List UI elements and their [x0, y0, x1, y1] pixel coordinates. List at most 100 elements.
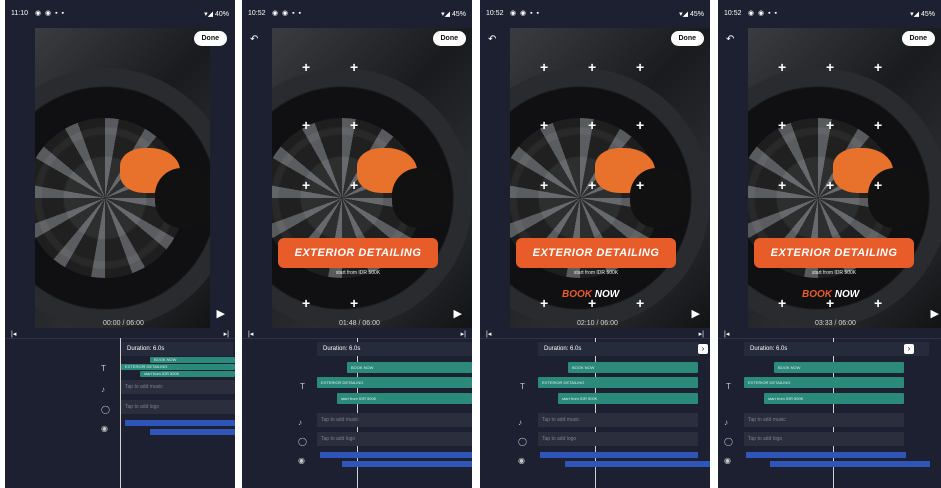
text-clip-exterior[interactable]: EXTERIOR DETAILING — [538, 377, 698, 388]
text-clip-subline[interactable]: start from IDR 500K — [558, 393, 698, 404]
timecode: 00:00 / 06:00 — [103, 320, 144, 327]
back-arrow-icon[interactable]: ↶ — [726, 34, 734, 45]
grid-marker: + — [826, 117, 835, 133]
video-clip-2[interactable] — [770, 461, 930, 467]
grid-marker: + — [778, 177, 787, 193]
timecode: 01:48 / 06:00 — [339, 320, 380, 327]
add-logo-track[interactable]: Tap to add logo — [317, 432, 472, 446]
video-preview[interactable]: + + + + + + + + + + + + — [748, 28, 941, 328]
back-arrow-icon[interactable]: ↶ — [250, 34, 258, 45]
video-track-icon: ◉ — [724, 456, 731, 465]
music-track-icon: ♪ — [298, 418, 302, 427]
status-time: 11:10 — [11, 10, 28, 17]
video-preview[interactable] — [35, 28, 210, 328]
price-subline[interactable]: start from IDR 500K — [278, 270, 438, 276]
grid-marker: + — [874, 295, 883, 311]
skip-end-icon[interactable]: ▸| — [699, 330, 704, 338]
duration-label: Duration: 6.0s — [121, 342, 233, 356]
text-clip-book-now[interactable]: BOOK NOW — [568, 362, 698, 373]
grid-marker: + — [636, 177, 645, 193]
done-button[interactable]: Done — [193, 31, 227, 46]
battery-level: ▾◢ 45% — [441, 11, 466, 18]
video-clip-1[interactable] — [540, 452, 698, 458]
logo-track-icon: ◯ — [518, 437, 527, 446]
play-icon[interactable]: ▶ — [454, 307, 462, 320]
exterior-detailing-banner[interactable]: EXTERIOR DETAILING — [754, 238, 914, 268]
video-clip-1[interactable] — [746, 452, 906, 458]
status-bar: 10:52 ◉ ◉ ▪ ▪ ▾◢ 45% — [718, 0, 941, 28]
skip-start-icon[interactable]: |◂ — [248, 330, 253, 338]
add-music-track[interactable]: Tap to add music — [317, 413, 472, 427]
back-arrow-icon[interactable]: ↶ — [488, 34, 496, 45]
video-preview[interactable]: + + + + + + + + + + + + — [510, 28, 710, 328]
grid-marker: + — [350, 295, 359, 311]
text-clip-subline[interactable]: start from IDR 500K — [140, 371, 235, 377]
grid-marker: + — [874, 59, 883, 75]
text-clip-exterior[interactable]: EXTERIOR DETAILING — [121, 364, 235, 370]
text-clip-exterior[interactable]: EXTERIOR DETAILING — [317, 377, 472, 388]
skip-end-icon[interactable]: ▸| — [461, 330, 466, 338]
video-preview[interactable]: + + + + + + + + — [272, 28, 472, 328]
video-clip-1[interactable] — [320, 452, 472, 458]
battery-level: ▾◢ 45% — [910, 11, 935, 18]
grid-marker: + — [350, 59, 359, 75]
exterior-detailing-banner[interactable]: EXTERIOR DETAILING — [278, 238, 438, 268]
video-clip-2[interactable] — [342, 461, 472, 467]
play-icon[interactable]: ▶ — [931, 307, 939, 320]
notification-icons: ◉ ◉ ▪ ▪ — [748, 10, 779, 17]
skip-start-icon[interactable]: |◂ — [724, 330, 729, 338]
price-subline[interactable]: start from IDR 500K — [516, 270, 676, 276]
skip-end-icon[interactable]: ▸| — [224, 330, 229, 338]
notification-icons: ◉ ◉ ▪ ▪ — [35, 10, 66, 17]
editor-screen-4: 10:52 ◉ ◉ ▪ ▪ ▾◢ 45% + + + + + + + + + +… — [718, 0, 941, 488]
done-button[interactable]: Done — [432, 31, 466, 46]
add-music-track[interactable]: Tap to add music — [744, 413, 904, 427]
grid-marker: + — [302, 59, 311, 75]
text-clip-book-now[interactable]: BOOK NOW — [150, 357, 235, 363]
video-clip-1[interactable] — [125, 420, 235, 426]
text-clip-book-now[interactable]: BOOK NOW — [774, 362, 904, 373]
status-time: 10:52 — [248, 10, 266, 17]
music-track-icon: ♪ — [518, 418, 522, 427]
text-clip-subline[interactable]: start from IDR 500K — [764, 393, 904, 404]
grid-marker: + — [588, 59, 597, 75]
text-clip-book-now[interactable]: BOOK NOW — [347, 362, 472, 373]
grid-marker: + — [778, 117, 787, 133]
add-logo-track[interactable]: Tap to add logo — [121, 400, 235, 414]
add-music-track[interactable]: Tap to add music — [538, 413, 698, 427]
text-clip-exterior[interactable]: EXTERIOR DETAILING — [744, 377, 904, 388]
grid-marker: + — [778, 295, 787, 311]
grid-marker: + — [540, 177, 549, 193]
grid-marker: + — [350, 117, 359, 133]
timeline-ruler[interactable]: |◂ — [718, 330, 941, 339]
video-track-icon: ◉ — [298, 456, 305, 465]
logo-track-icon: ◯ — [101, 405, 110, 414]
status-bar: 11:10 ◉ ◉ ▪ ▪ ▾◢ 40% — [5, 0, 235, 28]
grid-marker: + — [778, 59, 787, 75]
battery-level: ▾◢ 40% — [204, 11, 229, 18]
play-icon[interactable]: ▶ — [217, 307, 225, 320]
grid-marker: + — [826, 59, 835, 75]
grid-marker: + — [540, 59, 549, 75]
play-icon[interactable]: ▶ — [692, 307, 700, 320]
video-clip-2[interactable] — [565, 461, 710, 467]
skip-start-icon[interactable]: |◂ — [11, 330, 16, 338]
done-button[interactable]: Done — [670, 31, 704, 46]
chevron-right-icon[interactable]: › — [904, 344, 914, 354]
book-now-text[interactable]: BOOK NOW — [802, 289, 859, 300]
price-subline[interactable]: start from IDR 500K — [754, 270, 914, 276]
skip-start-icon[interactable]: |◂ — [486, 330, 491, 338]
done-button[interactable]: Done — [901, 31, 935, 46]
book-now-text[interactable]: BOOK NOW — [562, 289, 619, 300]
logo-track-icon: ◯ — [298, 437, 307, 446]
add-music-track[interactable]: Tap to add music — [121, 380, 235, 394]
status-time: 10:52 — [486, 10, 504, 17]
add-logo-track[interactable]: Tap to add logo — [744, 432, 904, 446]
text-clip-subline[interactable]: start from IDR 500K — [337, 393, 472, 404]
exterior-detailing-banner[interactable]: EXTERIOR DETAILING — [516, 238, 676, 268]
add-logo-track[interactable]: Tap to add logo — [538, 432, 698, 446]
video-clip-2[interactable] — [150, 429, 235, 435]
chevron-right-icon[interactable]: › — [698, 344, 708, 354]
notification-icons: ◉ ◉ ▪ ▪ — [510, 10, 541, 17]
grid-marker: + — [636, 295, 645, 311]
